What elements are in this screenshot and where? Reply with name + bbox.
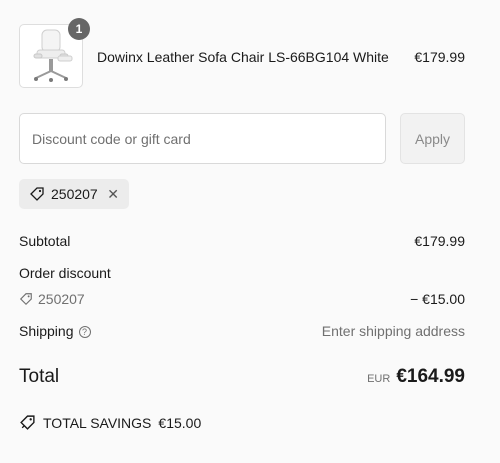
tag-icon — [19, 292, 33, 306]
discount-code-row: 250207 − €15.00 — [19, 291, 465, 309]
order-discount-row: Order discount — [19, 265, 465, 281]
office-chair-image — [33, 29, 73, 82]
savings-label: TOTAL SAVINGS — [43, 414, 152, 431]
discount-value: − €15.00 — [410, 291, 465, 307]
shipping-label: Shipping — [19, 323, 74, 339]
line-item: 1 Dowinx Leather Sofa Chair LS-66BG104 W… — [19, 18, 465, 90]
discount-code-input[interactable] — [19, 113, 386, 164]
order-discount-label: Order discount — [19, 265, 111, 281]
subtotal-row: Subtotal €179.99 — [19, 233, 465, 249]
shipping-row: Shipping? Enter shipping address — [19, 323, 465, 339]
help-icon[interactable]: ? — [78, 326, 91, 338]
savings-value: €15.00 — [158, 414, 202, 431]
product-name: Dowinx Leather Sofa Chair LS-66BG104 Whi… — [97, 49, 389, 65]
total-amount: €164.99 — [396, 366, 465, 387]
quantity-badge: 1 — [68, 18, 90, 40]
apply-button[interactable]: Apply — [400, 113, 465, 164]
total-row: Total EUR €164.99 — [19, 366, 465, 390]
subtotal-label: Subtotal — [19, 233, 71, 249]
remove-discount-icon[interactable]: ✕ — [107, 186, 119, 203]
subtotal-value: €179.99 — [414, 233, 465, 249]
total-currency: EUR — [367, 373, 391, 385]
savings-tag-icon — [19, 414, 36, 431]
product-price: €179.99 — [414, 49, 465, 65]
total-label: Total — [19, 366, 60, 387]
shipping-value: Enter shipping address — [321, 323, 465, 339]
discount-code-label: 250207 — [38, 291, 85, 307]
tag-icon — [29, 186, 45, 202]
applied-discount-tag: 250207 ✕ — [19, 179, 129, 209]
applied-code: 250207 — [51, 186, 98, 202]
total-savings: TOTAL SAVINGS €15.00 — [19, 414, 201, 431]
